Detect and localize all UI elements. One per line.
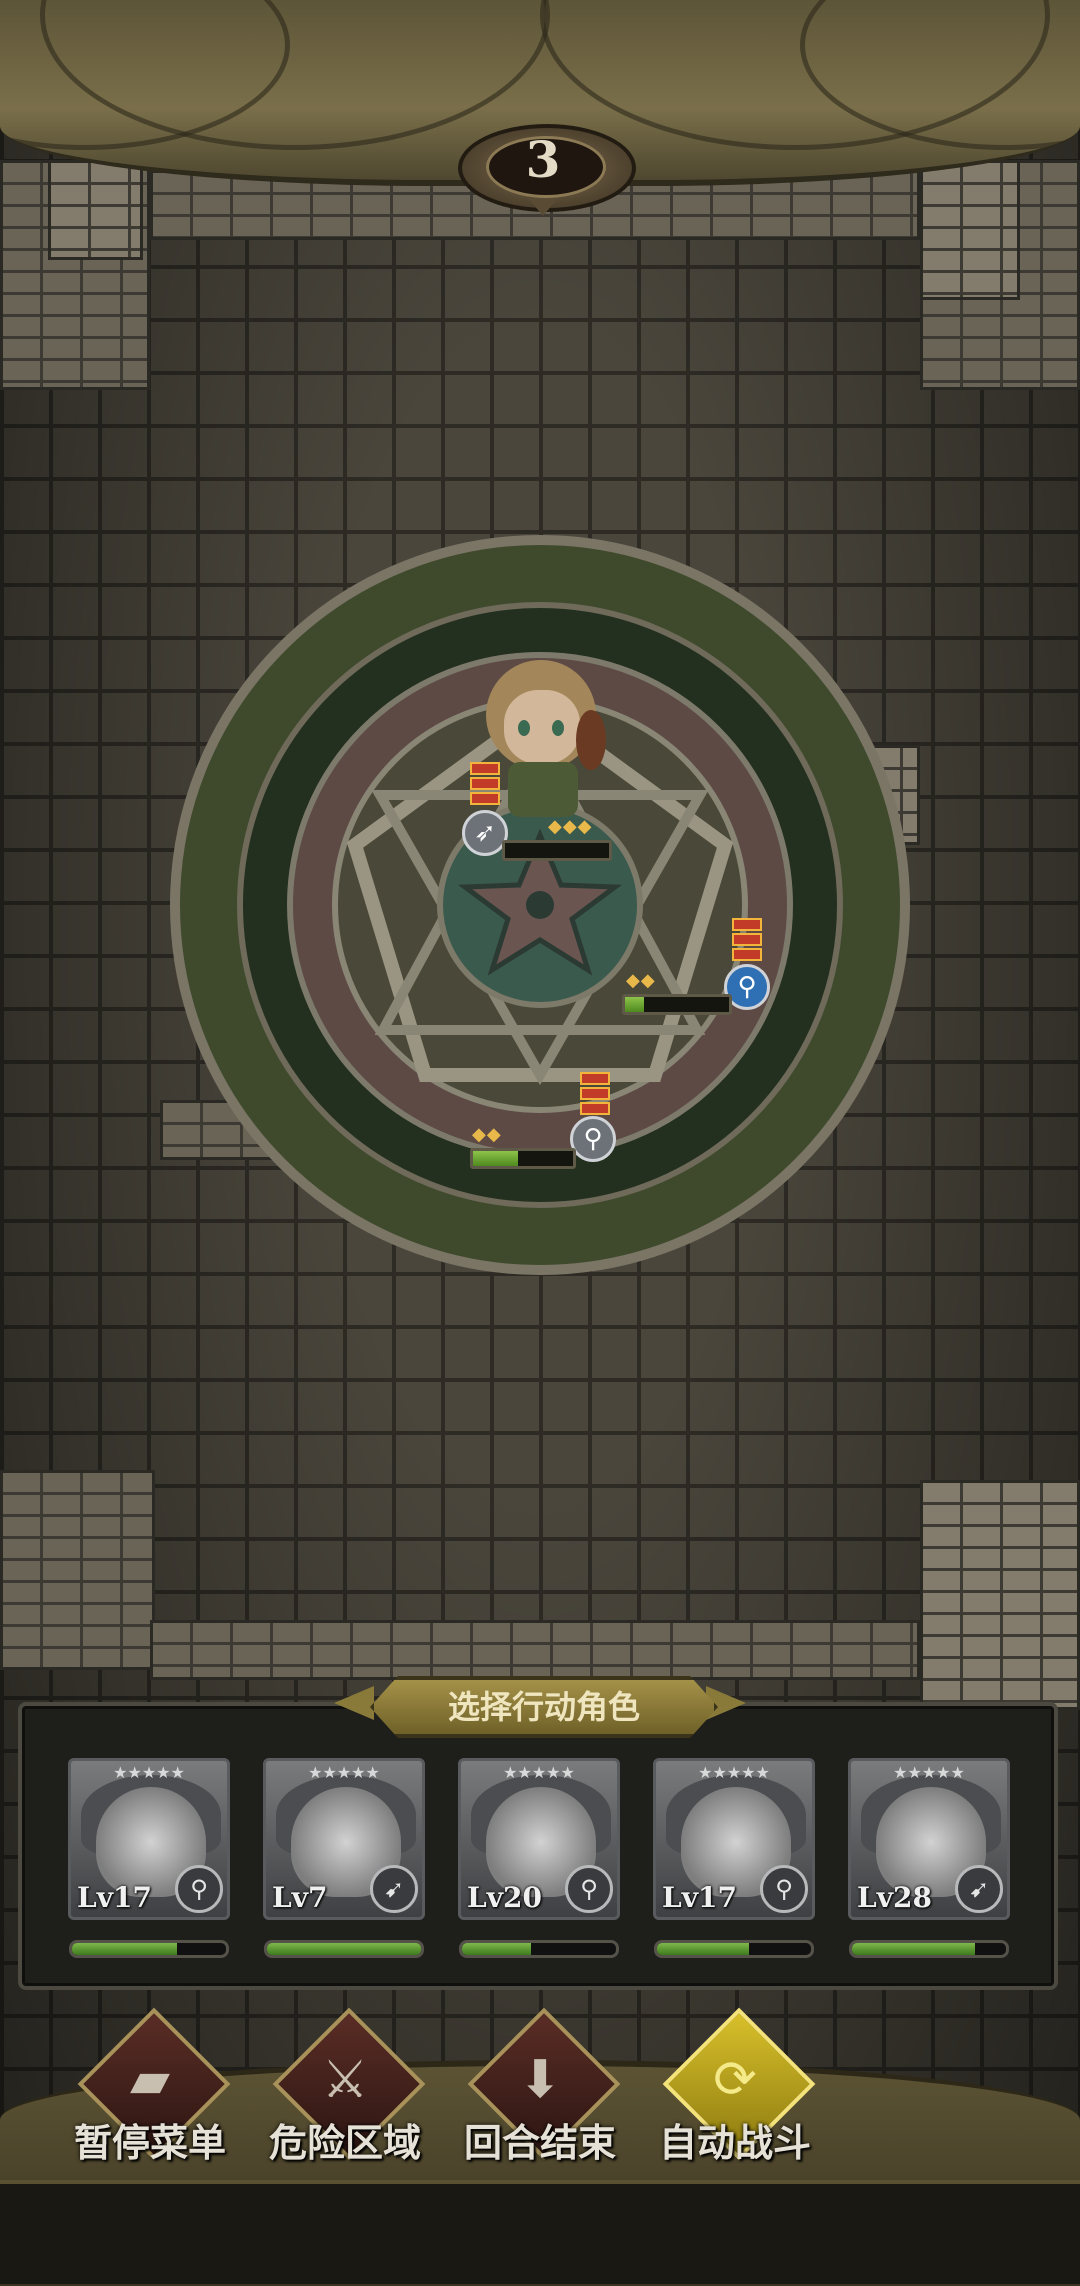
crossed-swords-icon: ⚔ [321,2050,369,2110]
download-arrow-icon: ⬇ [518,2050,562,2110]
unit-wing [576,710,606,770]
character-hp-fill [657,1943,750,1955]
rarity-stars: ★★★★★ [503,1763,575,1782]
character-level: Lv28 [857,1881,932,1914]
pause-menu-label: 暂停菜单 [73,2121,226,2165]
auto-battle-label: 自动战斗 [658,2121,811,2165]
unit-eye-right [552,720,564,736]
character-card[interactable]: ★★★★★ Lv17 ⚲ [653,1758,815,1920]
unit-hp-bar [502,840,612,861]
spear-icon: ➹ [955,1865,1003,1913]
character-card[interactable]: ★★★★★ Lv28 ➹ [848,1758,1010,1920]
character-hp-fill [462,1943,532,1955]
wall-bottom-strip [150,1620,920,1680]
danger-zone-label: 危险区域 [268,2121,421,2165]
turn-counter: 3 [458,124,636,216]
buff-stack [580,1072,610,1117]
danger-zone-button[interactable]: ⚔ 危险区域 [250,2007,440,2190]
character-hp-bar [69,1940,229,1958]
turn-pointer [528,198,558,216]
character-hp-fill [852,1943,976,1955]
character-hp-bar [654,1940,814,1958]
staff-icon: ⚲ [570,1116,616,1162]
character-hp-bar [459,1940,619,1958]
end-turn-button[interactable]: ⬇ 回合结束 [445,2007,635,2190]
rarity-stars: ★★★★★ [308,1763,380,1782]
character-hp-bar [264,1940,424,1958]
auto-battle-button[interactable]: ⟳ 自动战斗 [640,2007,830,2190]
unit-face [504,690,580,764]
buff-stack [732,918,762,963]
turn-number: 3 [525,130,561,189]
cycle-arrows-icon: ⟳ [713,2050,757,2110]
buff-stack [470,762,500,807]
wall-top-left-pillar [48,160,143,260]
staff-icon: ⚲ [565,1865,613,1913]
character-card[interactable]: ★★★★★ Lv17 ⚲ [68,1758,230,1920]
unit-hp-bar [622,994,732,1015]
character-level: Lv20 [467,1881,542,1914]
unit-eye-left [518,720,530,736]
bottom-strip [0,2180,1080,2284]
character-hp-fill [267,1943,421,1955]
rank-diamonds: ◆◆◆ [548,816,593,837]
rarity-stars: ★★★★★ [698,1763,770,1782]
character-level: Lv17 [77,1881,152,1914]
character-card[interactable]: ★★★★★ Lv20 ⚲ [458,1758,620,1920]
character-hp-bar [849,1940,1009,1958]
rarity-stars: ★★★★★ [893,1763,965,1782]
unit-hp-bar [470,1148,576,1169]
end-turn-label: 回合结束 [463,2121,616,2165]
rarity-stars: ★★★★★ [113,1763,185,1782]
character-level: Lv7 [272,1881,328,1914]
wall-bottom-right [920,1480,1080,1710]
unit-hp-fill [625,997,644,1012]
wall-bottom-left [0,1470,155,1670]
character-level: Lv17 [662,1881,737,1914]
character-hp-fill [72,1943,177,1955]
wall-top-right-pillar [920,160,1020,300]
panel-title: 选择行动角色 [370,1676,718,1738]
unit-body [508,762,578,817]
spear-icon: ➹ [370,1865,418,1913]
staff-icon: ⚲ [175,1865,223,1913]
character-card[interactable]: ★★★★★ Lv7 ➹ [263,1758,425,1920]
unit-hp-fill [473,1151,518,1166]
pause-menu-button[interactable]: ▰ 暂停菜单 [55,2007,245,2190]
rank-diamonds: ◆◆ [472,1124,502,1145]
rank-diamonds: ◆◆ [626,970,656,991]
staff-icon: ⚲ [760,1865,808,1913]
book-icon: ▰ [130,2050,170,2110]
